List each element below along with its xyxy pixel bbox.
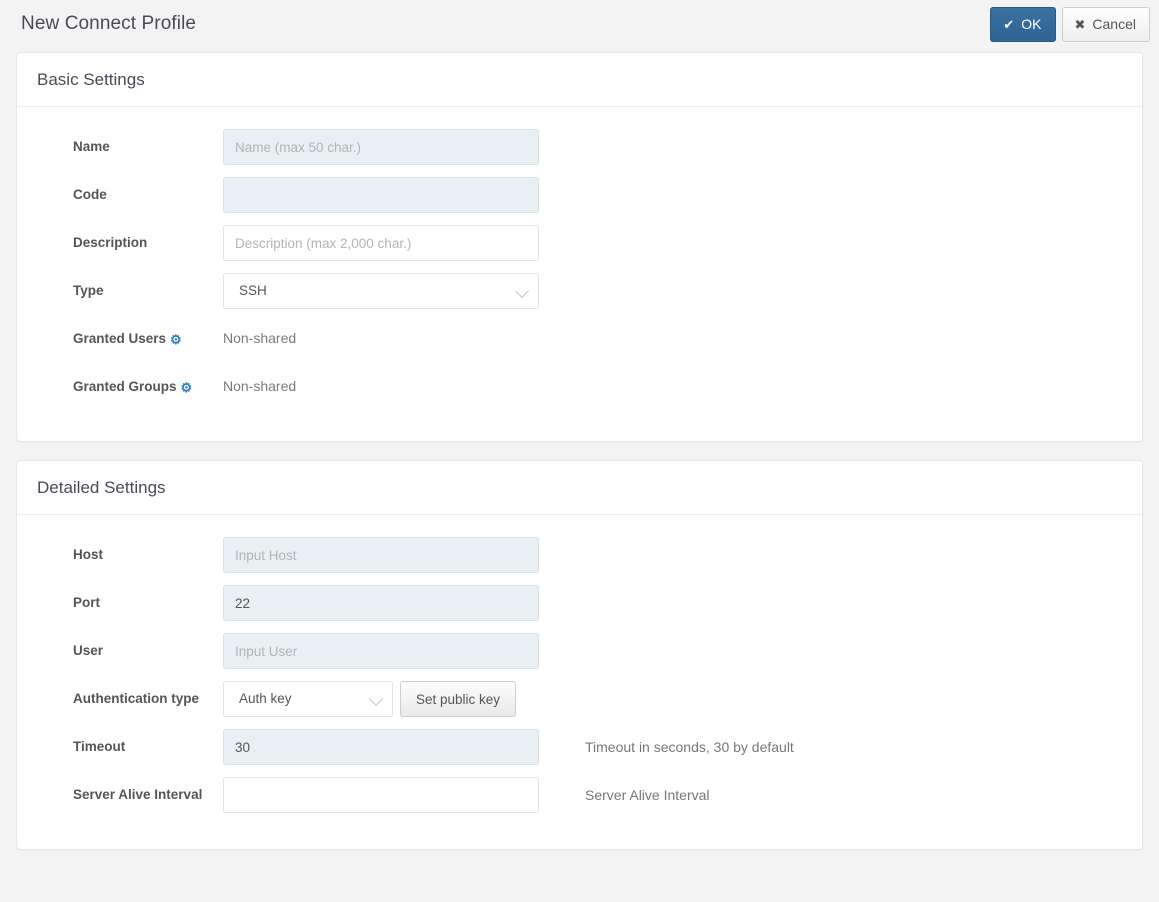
basic-settings-title: Basic Settings (37, 70, 145, 89)
form-row-timeout: Timeout Timeout in seconds, 30 by defaul… (37, 729, 1122, 765)
form-row-granted-groups: Granted Groups ⚙ Non-shared (37, 369, 1122, 405)
server-alive-interval-input[interactable] (223, 777, 539, 813)
gear-icon[interactable]: ⚙ (181, 380, 193, 395)
granted-groups-label-text: Granted Groups (73, 379, 177, 394)
granted-groups-control: Non-shared (223, 369, 296, 394)
auth-type-select[interactable]: Auth key (223, 681, 393, 717)
server-alive-interval-help-text: Server Alive Interval (585, 787, 710, 803)
host-input[interactable] (223, 537, 539, 573)
port-label: Port (73, 595, 100, 610)
page-title: New Connect Profile (21, 13, 197, 34)
code-input[interactable] (223, 177, 539, 213)
form-row-host: Host (37, 537, 1122, 573)
name-control (223, 129, 539, 165)
code-label: Code (73, 187, 107, 202)
description-control (223, 225, 539, 261)
name-input[interactable] (223, 129, 539, 165)
detailed-settings-heading: Detailed Settings (17, 461, 1142, 515)
granted-groups-value: Non-shared (223, 378, 297, 394)
form-row-auth-type: Authentication type Auth key Set public … (37, 681, 1122, 717)
timeout-input[interactable] (223, 729, 539, 765)
form-row-port: Port (37, 585, 1122, 621)
server-alive-interval-label: Server Alive Interval (73, 787, 203, 802)
close-icon: ✖ (1074, 16, 1086, 32)
detailed-settings-panel: Detailed Settings Host Port User Authent… (16, 460, 1143, 850)
code-control (223, 177, 539, 213)
dialog-header: New Connect Profile ✔ OK ✖ Cancel (0, 0, 1159, 52)
host-control (223, 537, 539, 573)
type-select-wrap: SSH (223, 273, 539, 309)
gear-icon[interactable]: ⚙ (170, 332, 182, 347)
host-label: Host (73, 547, 103, 562)
form-row-granted-users: Granted Users ⚙ Non-shared (37, 321, 1122, 357)
granted-users-label: Granted Users ⚙ (37, 321, 223, 349)
form-row-user: User (37, 633, 1122, 669)
granted-users-control: Non-shared (223, 321, 296, 346)
basic-settings-body: Name Code Description Type SSH (17, 107, 1142, 441)
timeout-label: Timeout (73, 739, 126, 754)
type-label: Type (73, 283, 104, 298)
detailed-settings-body: Host Port User Authentication type Auth … (17, 515, 1142, 849)
description-input[interactable] (223, 225, 539, 261)
form-row-name: Name (37, 129, 1122, 165)
basic-settings-heading: Basic Settings (17, 53, 1142, 107)
timeout-help-text: Timeout in seconds, 30 by default (585, 739, 794, 755)
user-label: User (73, 643, 104, 658)
auth-type-label: Authentication type (73, 691, 200, 706)
auth-type-select-wrap: Auth key (223, 681, 393, 717)
form-row-code: Code (37, 177, 1122, 213)
description-label: Description (73, 235, 148, 250)
port-control (223, 585, 539, 621)
header-actions: ✔ OK ✖ Cancel (990, 7, 1150, 42)
ok-button[interactable]: ✔ OK (990, 7, 1056, 42)
form-row-description: Description (37, 225, 1122, 261)
granted-users-label-text: Granted Users (73, 331, 167, 346)
port-input[interactable] (223, 585, 539, 621)
server-alive-interval-control (223, 777, 539, 813)
user-input[interactable] (223, 633, 539, 669)
cancel-button-label: Cancel (1092, 16, 1136, 32)
basic-settings-panel: Basic Settings Name Code Description Typ… (16, 52, 1143, 442)
set-public-key-button[interactable]: Set public key (400, 681, 517, 717)
granted-groups-label: Granted Groups ⚙ (37, 369, 223, 397)
type-control: SSH (223, 273, 539, 309)
user-control (223, 633, 539, 669)
name-label: Name (73, 139, 110, 154)
granted-users-value: Non-shared (223, 330, 297, 346)
detailed-settings-title: Detailed Settings (37, 478, 166, 497)
check-icon: ✔ (1003, 16, 1015, 32)
auth-type-control: Auth key Set public key (223, 681, 517, 717)
cancel-button[interactable]: ✖ Cancel (1061, 7, 1150, 42)
form-row-type: Type SSH (37, 273, 1122, 309)
timeout-control (223, 729, 539, 765)
type-select[interactable]: SSH (223, 273, 539, 309)
ok-button-label: OK (1021, 16, 1042, 32)
form-row-server-alive-interval: Server Alive Interval Server Alive Inter… (37, 777, 1122, 813)
